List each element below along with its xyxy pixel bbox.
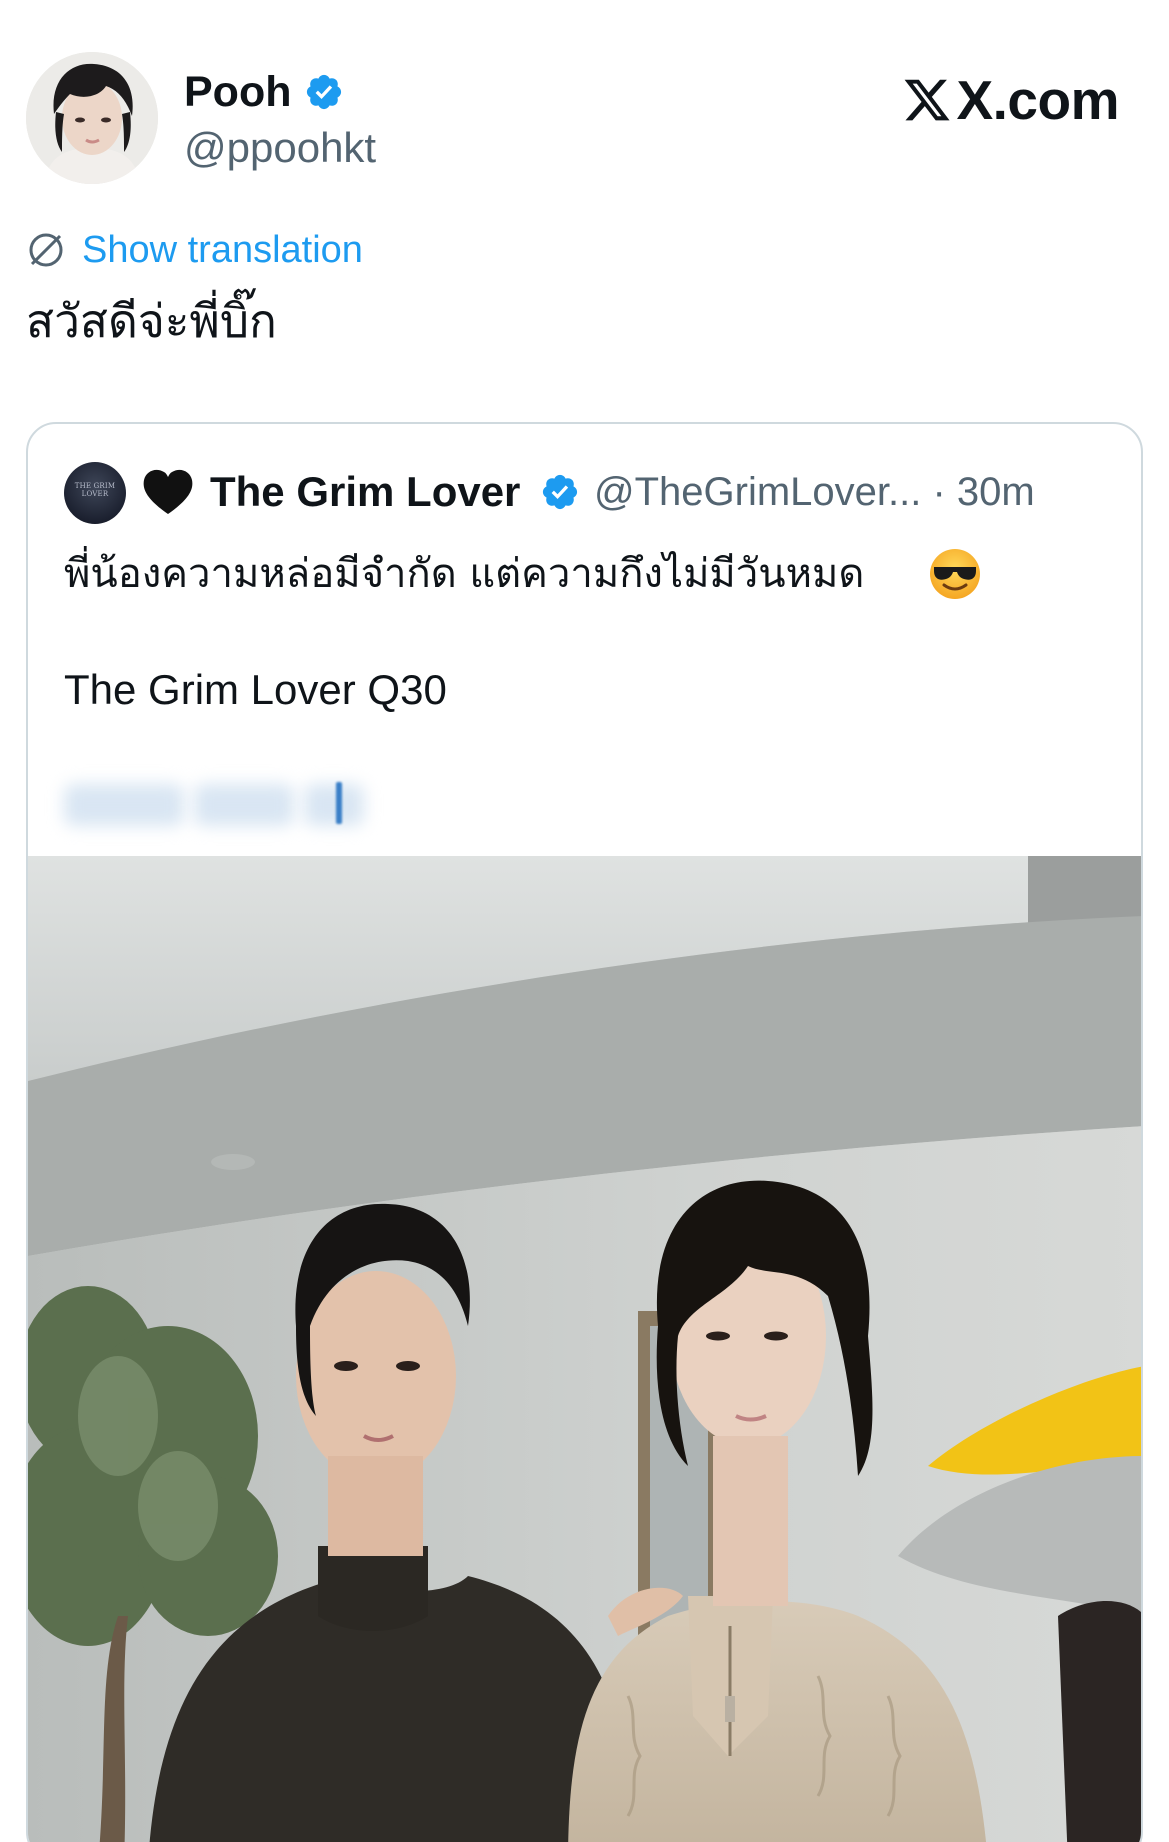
brand-logo: X.com bbox=[902, 70, 1119, 130]
blurred-link-preview bbox=[64, 778, 364, 834]
brand-label: X.com bbox=[956, 69, 1119, 131]
author-handle[interactable]: @ppoohkt bbox=[184, 122, 376, 174]
show-translation-row[interactable]: Show translation bbox=[26, 224, 363, 276]
author-avatar[interactable] bbox=[26, 52, 158, 184]
tweet-text: สวัสดีจ่ะพี่บิ๊ก bbox=[26, 294, 277, 348]
quoted-text-line-2: The Grim Lover Q30 bbox=[64, 666, 447, 713]
quoted-tweet-card[interactable]: THE GRIM LOVER The Grim Lover @TheGrimLo… bbox=[26, 422, 1143, 1842]
quoted-author-avatar[interactable]: THE GRIM LOVER bbox=[64, 462, 126, 524]
quoted-avatar-logo-text: THE GRIM LOVER bbox=[74, 482, 116, 498]
x-logo-icon bbox=[905, 79, 950, 121]
photo-two-men-image bbox=[28, 856, 1141, 1842]
sunglasses-emoji-icon bbox=[930, 549, 980, 599]
quoted-text-line-1: พี่น้องความหล่อมีจำกัด แต่ความกึงไม่มีวั… bbox=[64, 551, 865, 597]
black-heart-icon bbox=[143, 469, 193, 514]
show-translation-link[interactable]: Show translation bbox=[82, 224, 363, 276]
translate-globe-icon bbox=[29, 233, 63, 267]
quoted-tweet-photo[interactable] bbox=[28, 856, 1141, 1842]
author-display-name[interactable]: Pooh bbox=[184, 66, 291, 118]
author-avatar-image bbox=[26, 52, 158, 184]
verified-badge-icon bbox=[306, 74, 342, 110]
quoted-handle-and-time[interactable]: @TheGrimLover... · 30m bbox=[594, 464, 1035, 520]
quoted-display-name[interactable]: The Grim Lover bbox=[210, 464, 520, 520]
quoted-verified-badge-icon bbox=[542, 474, 578, 510]
